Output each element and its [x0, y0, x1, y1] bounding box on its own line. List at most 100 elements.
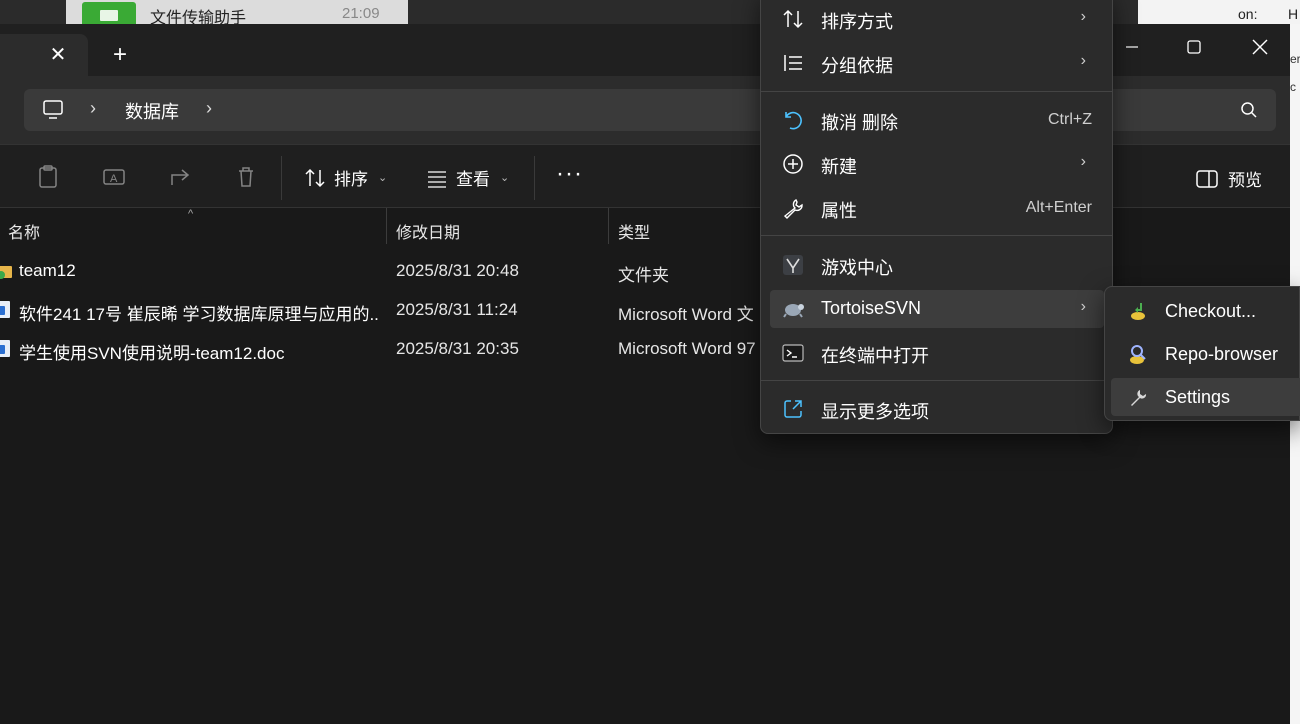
- view-button[interactable]: 查看 ⌄: [426, 165, 509, 190]
- toolbar-divider: [281, 156, 282, 200]
- maximize-button[interactable]: [1174, 30, 1214, 64]
- menu-item-game-center[interactable]: 游戏中心: [770, 246, 1104, 284]
- menu-item-label: 新建: [821, 157, 857, 177]
- sort-label: 排序: [334, 170, 368, 189]
- folder-svn-icon: [0, 266, 12, 279]
- file-modified: 2025/8/31 20:48: [396, 261, 519, 280]
- menu-item-label: 游戏中心: [821, 258, 893, 278]
- background-right-text: on:: [1238, 6, 1258, 22]
- column-divider[interactable]: [608, 208, 609, 244]
- chat-time: 21:09: [342, 5, 380, 22]
- tab-close-icon[interactable]: ✕: [47, 43, 69, 66]
- menu-item-label: 分组依据: [821, 56, 893, 76]
- column-name-header[interactable]: 名称: [8, 219, 40, 243]
- preview-pane-button[interactable]: 预览: [1196, 166, 1262, 191]
- delete-icon[interactable]: [234, 165, 258, 189]
- menu-item-shortcut: Ctrl+Z: [1048, 111, 1092, 128]
- submenu-item-label: Repo-browser: [1165, 344, 1279, 364]
- menu-item-shortcut: Alt+Enter: [1025, 199, 1092, 216]
- file-modified: 2025/8/31 11:24: [396, 300, 518, 319]
- edge-text: c: [1290, 80, 1296, 94]
- undo-icon: [785, 111, 802, 130]
- menu-separator: [761, 380, 1112, 381]
- checkout-icon: [1131, 303, 1145, 320]
- minimize-button[interactable]: [1112, 30, 1152, 64]
- file-name: team12: [19, 261, 76, 280]
- column-type-header[interactable]: 类型: [618, 219, 650, 243]
- menu-item-properties[interactable]: 属性 Alt+Enter: [770, 189, 1104, 227]
- close-window-button[interactable]: [1240, 30, 1280, 64]
- wrench-icon: [783, 199, 803, 219]
- chevron-down-icon: ⌄: [378, 172, 388, 184]
- this-pc-icon[interactable]: [42, 99, 64, 121]
- toolbar-divider: [534, 156, 535, 200]
- preview-pane-icon: [1196, 169, 1218, 188]
- view-label: 查看: [456, 170, 490, 189]
- menu-item-tortoisesvn[interactable]: TortoiseSVN ›: [770, 290, 1104, 328]
- background-right-window: on: H: [1138, 0, 1300, 24]
- submenu-item-label: Checkout...: [1165, 301, 1257, 321]
- breadcrumb-chevron-icon[interactable]: ›: [206, 98, 212, 119]
- view-list-icon: [428, 170, 446, 188]
- repo-browser-icon: [1130, 345, 1146, 364]
- tab-current[interactable]: [0, 34, 88, 76]
- background-right-h: H: [1288, 6, 1299, 22]
- file-name: 软件241 17号 崔辰晞 学习数据库原理与应用的...: [19, 305, 379, 324]
- background-chat-window: 文件传输助手 21:09: [66, 0, 408, 27]
- new-tab-button[interactable]: +: [108, 41, 132, 68]
- file-name: 学生使用SVN使用说明-team12.doc: [19, 344, 285, 363]
- word-doc-icon: [0, 340, 10, 357]
- share-icon[interactable]: [168, 165, 192, 189]
- menu-item-label: 属性: [821, 201, 857, 221]
- menu-item-label: 排序方式: [821, 12, 893, 32]
- column-modified-header[interactable]: 修改日期: [396, 219, 460, 243]
- submenu-item-checkout[interactable]: Checkout...: [1111, 292, 1300, 330]
- menu-item-label: 显示更多选项: [821, 402, 929, 422]
- menu-separator: [761, 235, 1112, 236]
- chevron-right-icon: ›: [1080, 52, 1086, 69]
- sort-icon: [783, 9, 803, 29]
- new-icon: [783, 154, 803, 174]
- column-divider[interactable]: [386, 208, 387, 244]
- more-options-button[interactable]: ···: [556, 162, 583, 186]
- file-type: Microsoft Word 97: [618, 339, 756, 358]
- menu-item-new[interactable]: 新建 ›: [770, 145, 1104, 183]
- menu-item-show-more-options[interactable]: 显示更多选项: [770, 390, 1104, 428]
- breadcrumb-chevron-icon[interactable]: ›: [90, 98, 96, 119]
- rename-icon[interactable]: A: [102, 165, 126, 189]
- group-by-icon: [784, 55, 802, 71]
- file-type: Microsoft Word 文: [618, 305, 754, 324]
- menu-item-sort-by[interactable]: 排序方式 ›: [770, 0, 1104, 38]
- file-type: 文件夹: [618, 266, 669, 285]
- menu-item-undo-delete[interactable]: 撤消 删除 Ctrl+Z: [770, 101, 1104, 139]
- game-center-icon: [783, 255, 803, 275]
- sort-button[interactable]: 排序 ⌄: [304, 165, 387, 190]
- minimize-icon: [1126, 46, 1138, 48]
- close-icon: [1252, 39, 1268, 55]
- maximize-icon: [1187, 40, 1201, 54]
- settings-wrench-icon: [1131, 390, 1147, 406]
- breadcrumb-database[interactable]: 数据库: [125, 98, 179, 124]
- submenu-item-label: Settings: [1165, 387, 1231, 407]
- submenu-item-repo-browser[interactable]: Repo-browser: [1111, 335, 1300, 373]
- chevron-right-icon: ›: [1080, 298, 1086, 315]
- chevron-down-icon: ⌄: [500, 172, 510, 184]
- menu-item-label: 撤消 删除: [821, 113, 899, 133]
- chat-folder-icon: [82, 2, 136, 24]
- menu-item-group-by[interactable]: 分组依据 ›: [770, 44, 1104, 82]
- chevron-right-icon: ›: [1080, 8, 1086, 25]
- sort-ascending-icon: ^: [188, 208, 194, 220]
- show-more-icon: [784, 400, 802, 418]
- paste-icon[interactable]: [36, 165, 60, 189]
- menu-separator: [761, 91, 1112, 92]
- submenu-item-settings[interactable]: Settings: [1111, 378, 1300, 416]
- search-icon[interactable]: [1240, 101, 1258, 119]
- context-menu: 排序方式 › 分组依据 › 撤消 删除 Ctrl+Z 新建 › 属性 Alt+E…: [760, 0, 1113, 434]
- menu-item-open-in-terminal[interactable]: 在终端中打开: [770, 334, 1104, 372]
- chevron-right-icon: ›: [1080, 153, 1086, 170]
- menu-item-label: 在终端中打开: [821, 346, 929, 366]
- tortoise-svn-icon: [783, 304, 804, 318]
- file-modified: 2025/8/31 20:35: [396, 339, 519, 358]
- svg-text:A: A: [110, 173, 118, 185]
- terminal-icon: [782, 344, 804, 362]
